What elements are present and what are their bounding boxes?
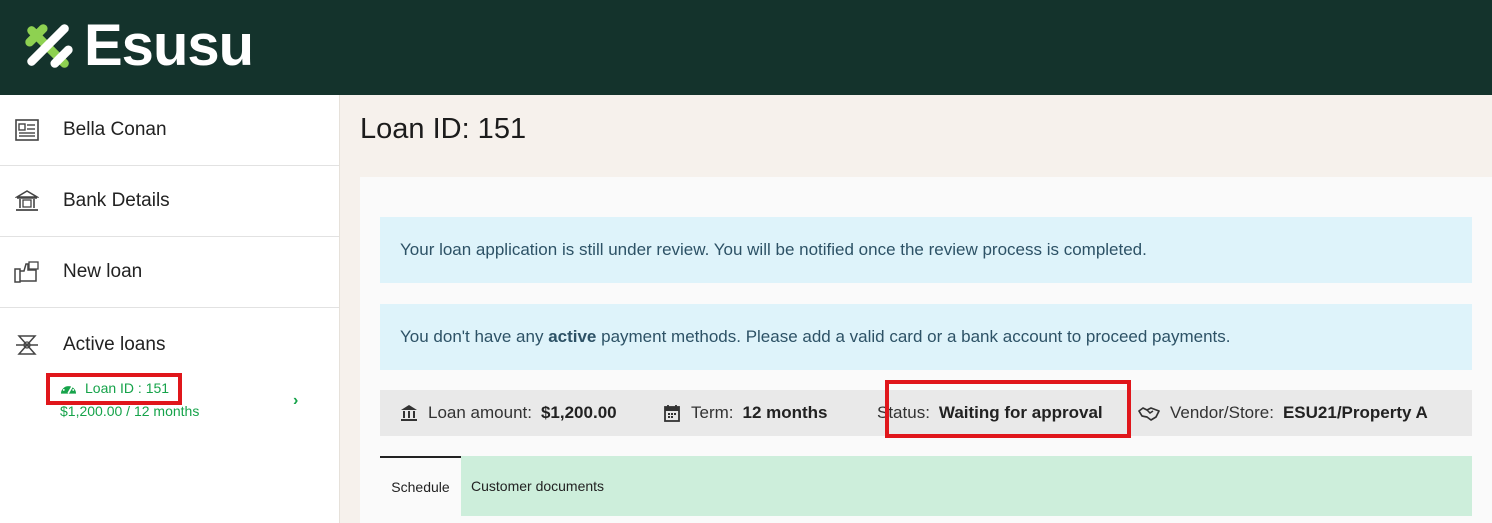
payment-alert-bold: active	[548, 327, 597, 346]
loan-term-value: 12 months	[742, 403, 828, 422]
sidebar-item-label: Bank Details	[63, 190, 170, 211]
loan-amount-label: Loan amount:	[428, 403, 532, 422]
bank-icon	[14, 188, 40, 214]
loan-vendor-label: Vendor/Store:	[1170, 403, 1274, 422]
loan-term: Term: 12 months	[663, 403, 828, 423]
review-alert-text: Your loan application is still under rev…	[400, 240, 1147, 259]
sidebar-item-profile[interactable]: Bella Conan	[0, 95, 339, 166]
loan-vendor: Vendor/Store: ESU21/Property A	[1138, 403, 1428, 423]
brand-logo[interactable]: Esusu	[20, 13, 254, 78]
loan-tabs: Schedule Customer documents	[380, 456, 1472, 516]
sidebar-item-label: Active loans	[63, 334, 166, 355]
loan-amount: Loan amount: $1,200.00	[400, 403, 617, 423]
tab-customer-documents[interactable]: Customer documents	[471, 456, 604, 516]
tab-schedule[interactable]: Schedule	[380, 456, 461, 516]
top-bar: Esusu	[0, 0, 1492, 95]
review-alert: Your loan application is still under rev…	[380, 217, 1472, 283]
payment-alert-prefix: You don't have any	[400, 327, 549, 346]
payment-alert-suffix: payment methods. Please add a valid card…	[596, 327, 1231, 346]
loan-term-label: Term:	[691, 403, 734, 422]
sidebar-item-label: New loan	[63, 261, 143, 282]
profile-card-icon	[14, 117, 40, 143]
brand-name: Esusu	[84, 13, 254, 78]
sidebar-item-bank-details[interactable]: Bank Details	[0, 166, 339, 237]
loan-amount-value: $1,200.00	[540, 403, 617, 422]
sidebar-item-active-loans[interactable]: Active loans	[0, 308, 339, 382]
active-loans-icon	[14, 332, 40, 358]
new-loan-icon	[14, 259, 40, 285]
loan-id-text: Loan ID : 151	[85, 380, 170, 396]
sidebar-item-new-loan[interactable]: New loan	[0, 237, 339, 308]
loan-vendor-value: ESU21/Property A	[1282, 403, 1428, 422]
status-highlight	[885, 380, 1131, 438]
chevron-right-icon[interactable]: ›	[293, 392, 298, 410]
esusu-logo-icon	[25, 24, 73, 68]
handshake-icon	[1138, 407, 1160, 421]
sidebar: Bella Conan Bank Details New loan Active…	[0, 95, 340, 523]
loan-id-label[interactable]: Loan ID : 151	[60, 380, 169, 396]
payment-alert: You don't have any active payment method…	[380, 304, 1472, 370]
loan-summary: $1,200.00 / 12 months	[60, 403, 200, 419]
speedometer-icon	[60, 384, 77, 394]
page-title: Loan ID: 151	[360, 113, 527, 145]
calendar-icon	[664, 405, 680, 422]
main-content: Loan ID: 151 Your loan application is st…	[340, 95, 1492, 523]
sidebar-item-label: Bella Conan	[63, 119, 167, 140]
bank-icon	[401, 405, 417, 421]
